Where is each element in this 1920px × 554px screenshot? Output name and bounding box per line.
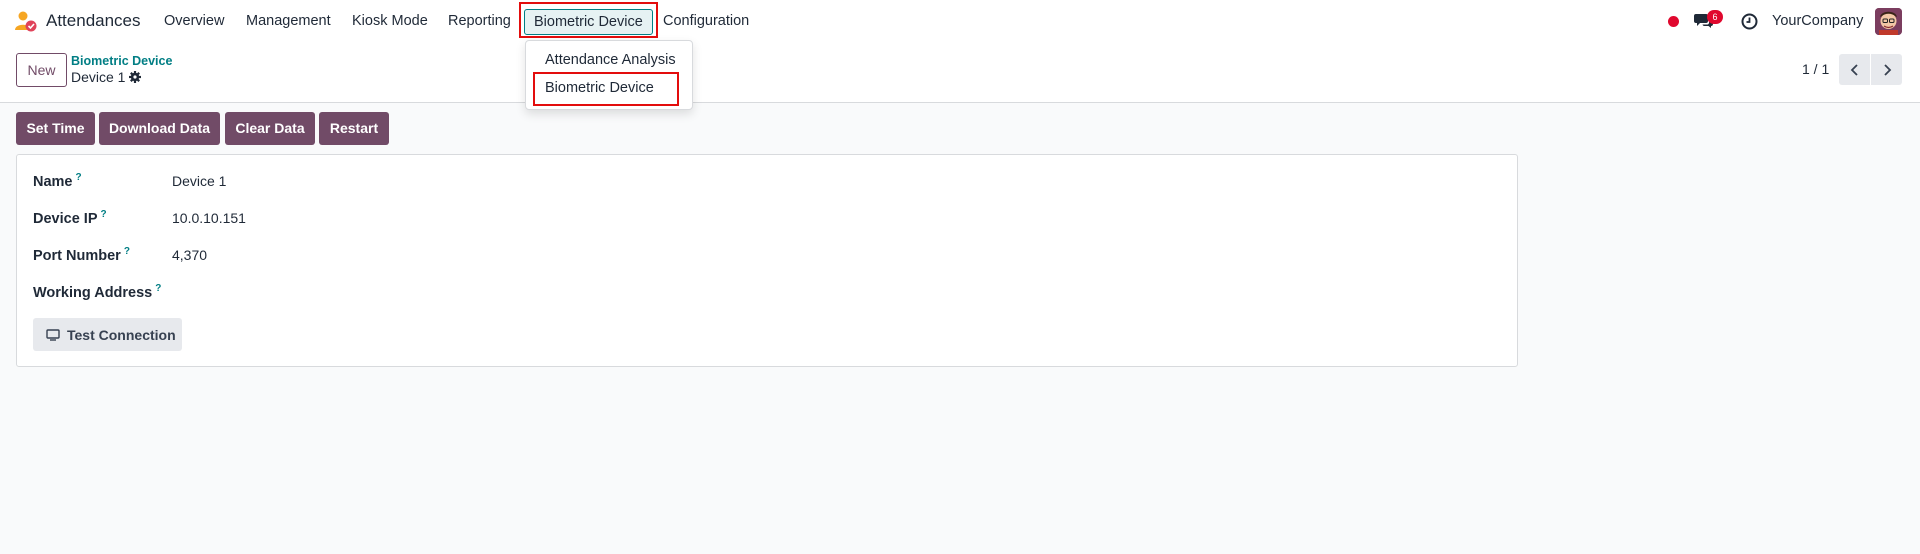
dropdown-item-attendance-analysis[interactable]: Attendance Analysis xyxy=(545,52,676,68)
biometric-device-dropdown: Attendance Analysis Biometric Device xyxy=(525,40,693,110)
pager-previous-button[interactable] xyxy=(1839,54,1870,85)
help-tooltip-icon[interactable]: ? xyxy=(155,283,161,294)
company-switcher[interactable]: YourCompany xyxy=(1772,13,1863,29)
help-tooltip-icon[interactable]: ? xyxy=(124,246,130,257)
new-button[interactable]: New xyxy=(16,53,67,87)
attendance-app-logo-icon[interactable] xyxy=(14,11,38,33)
field-value-name[interactable]: Device 1 xyxy=(172,173,226,189)
test-connection-button[interactable]: Test Connection xyxy=(33,318,182,351)
menu-overview[interactable]: Overview xyxy=(164,13,224,29)
dropdown-item-biometric-device[interactable]: Biometric Device xyxy=(545,80,654,96)
field-label-device-ip: Device IP? xyxy=(33,209,107,227)
menu-biometric-device[interactable]: Biometric Device xyxy=(524,9,653,35)
form-sheet xyxy=(16,154,1518,367)
chevron-left-icon xyxy=(1850,63,1858,76)
menu-kiosk-mode[interactable]: Kiosk Mode xyxy=(352,13,428,29)
field-label-port-number: Port Number? xyxy=(33,246,130,264)
field-value-port-number[interactable]: 4,370 xyxy=(172,247,207,263)
monitor-icon xyxy=(46,328,60,341)
chevron-right-icon xyxy=(1883,63,1891,76)
chat-count-badge: 6 xyxy=(1707,10,1723,24)
red-dot-icon[interactable] xyxy=(1668,16,1679,27)
help-tooltip-icon[interactable]: ? xyxy=(101,209,107,220)
gear-icon[interactable] xyxy=(129,71,141,83)
pager-next-button[interactable] xyxy=(1871,54,1902,85)
menu-configuration[interactable]: Configuration xyxy=(663,13,749,29)
avatar[interactable] xyxy=(1875,8,1902,35)
download-data-button[interactable]: Download Data xyxy=(99,112,220,145)
field-value-device-ip[interactable]: 10.0.10.151 xyxy=(172,210,246,226)
top-navbar: Attendances Overview Management Kiosk Mo… xyxy=(0,0,1920,43)
clock-icon[interactable] xyxy=(1741,13,1758,30)
clear-data-button[interactable]: Clear Data xyxy=(225,112,315,145)
field-label-name: Name? xyxy=(33,172,82,190)
breadcrumb-biometric-device[interactable]: Biometric Device xyxy=(71,54,172,68)
record-title: Device 1 xyxy=(71,69,126,85)
test-connection-label: Test Connection xyxy=(67,326,176,343)
app-name[interactable]: Attendances xyxy=(46,11,141,31)
restart-button[interactable]: Restart xyxy=(319,112,389,145)
pager-value[interactable]: 1 / 1 xyxy=(1802,61,1829,77)
menu-reporting[interactable]: Reporting xyxy=(448,13,511,29)
set-time-button[interactable]: Set Time xyxy=(16,112,95,145)
field-label-working-address: Working Address? xyxy=(33,283,162,301)
help-tooltip-icon[interactable]: ? xyxy=(76,172,82,183)
control-panel: New Biometric Device Device 1 1 / 1 xyxy=(0,43,1920,103)
menu-management[interactable]: Management xyxy=(246,13,331,29)
